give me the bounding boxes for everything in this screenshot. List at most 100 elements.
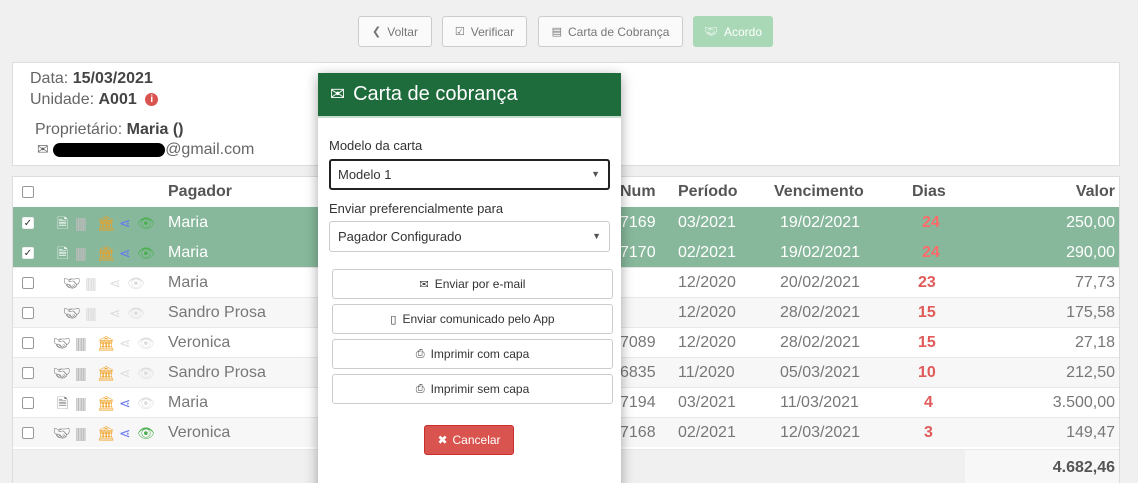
bank-icon[interactable]: 🏛︎: [97, 364, 115, 382]
info-icon[interactable]: i: [145, 93, 159, 107]
document-icon[interactable]: 🗎: [57, 244, 68, 262]
select-all-checkbox[interactable]: [22, 186, 34, 198]
verificar-button[interactable]: ☑ Verificar: [442, 16, 527, 47]
enviar-app-button[interactable]: ▯ Enviar comunicado pelo App: [332, 304, 613, 334]
bank-icon[interactable]: 🏛︎: [97, 334, 115, 352]
cell-num: 7169: [620, 214, 656, 231]
row-checkbox[interactable]: [22, 337, 34, 349]
row-checkbox[interactable]: ✓: [22, 217, 34, 229]
row-checkbox[interactable]: [22, 307, 34, 319]
share-icon[interactable]: ⋖: [119, 334, 131, 352]
cell-pagador: Sandro Prosa: [168, 304, 266, 321]
row-checkbox[interactable]: [22, 277, 34, 289]
cell-num: 7168: [620, 424, 656, 441]
row-icons: 🤝︎ |||||| 🏛︎ ⋖ 👁︎: [53, 334, 165, 352]
row-checkbox[interactable]: [22, 427, 34, 439]
barcode-icon[interactable]: ||||||: [85, 304, 97, 322]
bank-icon[interactable]: 🏛︎: [97, 244, 115, 262]
barcode-icon[interactable]: ||||||: [75, 334, 87, 352]
barcode-icon[interactable]: ||||||: [75, 244, 87, 262]
cell-dias: 24: [922, 244, 940, 261]
cell-valor: 149,47: [1066, 424, 1115, 441]
header-num[interactable]: Num: [620, 183, 656, 201]
modal-header: ✉ Carta de cobrança: [318, 73, 621, 118]
header-valor[interactable]: Valor: [1076, 183, 1115, 201]
modelo-select[interactable]: Modelo 1 ▼: [329, 159, 610, 190]
voltar-button[interactable]: ❮ Voltar: [358, 16, 432, 47]
share-icon[interactable]: ⋖: [119, 394, 131, 412]
share-icon[interactable]: ⋖: [109, 274, 121, 292]
eye-icon[interactable]: 👁︎: [137, 364, 155, 382]
eye-icon[interactable]: 👁︎: [137, 214, 155, 232]
envelope-icon: ✉: [419, 278, 429, 291]
bank-icon[interactable]: 🏛︎: [97, 214, 115, 232]
bank-icon[interactable]: 🏛︎: [97, 394, 115, 412]
barcode-icon[interactable]: ||||||: [75, 424, 87, 442]
handshake-icon[interactable]: 🤝︎: [63, 304, 81, 322]
cancelar-button[interactable]: ✖ Cancelar: [424, 425, 514, 455]
row-checkbox[interactable]: ✓: [22, 247, 34, 259]
cell-valor: 290,00: [1066, 244, 1115, 261]
handshake-icon[interactable]: 🤝︎: [53, 334, 71, 352]
carta-cobranca-modal: ✉ Carta de cobrança Modelo da carta Mode…: [318, 73, 621, 483]
share-icon[interactable]: ⋖: [119, 244, 131, 262]
enviar-email-button[interactable]: ✉ Enviar por e-mail: [332, 269, 613, 299]
proprietario-value: Maria (): [126, 121, 184, 138]
barcode-icon[interactable]: ||||||: [85, 274, 97, 292]
cell-pagador: Veronica: [168, 334, 231, 351]
row-checkbox[interactable]: [22, 367, 34, 379]
enviar-email-label: Enviar por e-mail: [434, 277, 526, 291]
eye-icon[interactable]: 👁︎: [137, 394, 155, 412]
imprimir-com-capa-button[interactable]: ⎙ Imprimir com capa: [332, 339, 613, 369]
cell-vencimento: 28/02/2021: [780, 334, 861, 351]
share-icon[interactable]: ⋖: [119, 214, 131, 232]
enviar-select[interactable]: Pagador Configurado ▼: [329, 221, 610, 252]
document-icon[interactable]: 🗎: [57, 394, 68, 412]
row-checkbox[interactable]: [22, 397, 34, 409]
print-icon: ⎙: [415, 347, 425, 360]
header-pagador[interactable]: Pagador: [168, 183, 232, 201]
carta-label: Carta de Cobrança: [568, 24, 670, 39]
header-periodo[interactable]: Período: [678, 183, 738, 201]
share-icon[interactable]: ⋖: [119, 364, 131, 382]
document-icon[interactable]: 🗎: [57, 214, 68, 232]
handshake-icon[interactable]: 🤝︎: [53, 364, 71, 382]
modelo-label: Modelo da carta: [329, 138, 423, 153]
handshake-icon[interactable]: 🤝︎: [53, 424, 71, 442]
eye-icon[interactable]: 👁︎: [137, 424, 155, 442]
mobile-icon: ▯: [390, 313, 397, 326]
cell-pagador: Sandro Prosa: [168, 364, 266, 381]
share-icon[interactable]: ⋖: [119, 424, 131, 442]
eye-icon[interactable]: 👁︎: [137, 334, 155, 352]
header-vencimento[interactable]: Vencimento: [774, 183, 864, 201]
cell-valor: 3.500,00: [1052, 394, 1115, 411]
cell-vencimento: 20/02/2021: [780, 274, 861, 291]
barcode-icon[interactable]: ||||||: [75, 364, 87, 382]
cell-valor: 77,73: [1074, 274, 1115, 291]
acordo-button[interactable]: 🤝︎ Acordo: [693, 16, 773, 47]
handshake-icon[interactable]: 🤝︎: [63, 274, 81, 292]
check-square-icon: ☑: [454, 26, 465, 38]
carta-cobranca-button[interactable]: ▤ Carta de Cobrança: [538, 16, 683, 47]
header-dias[interactable]: Dias: [912, 183, 946, 201]
share-icon[interactable]: ⋖: [109, 304, 121, 322]
barcode-icon[interactable]: ||||||: [75, 214, 87, 232]
cell-dias: 10: [918, 364, 936, 381]
barcode-icon[interactable]: ||||||: [75, 394, 87, 412]
eye-icon[interactable]: 👁︎: [137, 244, 155, 262]
imprimir-sem-capa-button[interactable]: ⎙ Imprimir sem capa: [332, 374, 613, 404]
envelope-icon: ✉: [37, 141, 49, 157]
cell-pagador: Maria: [168, 214, 209, 231]
row-icons: 🤝︎ |||||| 🏛︎ ⋖ 👁︎: [53, 364, 165, 382]
print-icon: ⎙: [415, 382, 425, 395]
cell-num: 7089: [620, 334, 656, 351]
eye-icon[interactable]: 👁︎: [127, 274, 145, 292]
email-suffix: @gmail.com: [165, 141, 255, 158]
proprietario-line: Proprietário: Maria (): [35, 121, 184, 139]
modal-title: Carta de cobrança: [353, 83, 518, 105]
cell-vencimento: 12/03/2021: [780, 424, 861, 441]
bank-icon[interactable]: 🏛︎: [97, 424, 115, 442]
cell-periodo: 03/2021: [678, 394, 736, 411]
eye-icon[interactable]: 👁︎: [127, 304, 145, 322]
data-value: 15/03/2021: [72, 70, 153, 87]
